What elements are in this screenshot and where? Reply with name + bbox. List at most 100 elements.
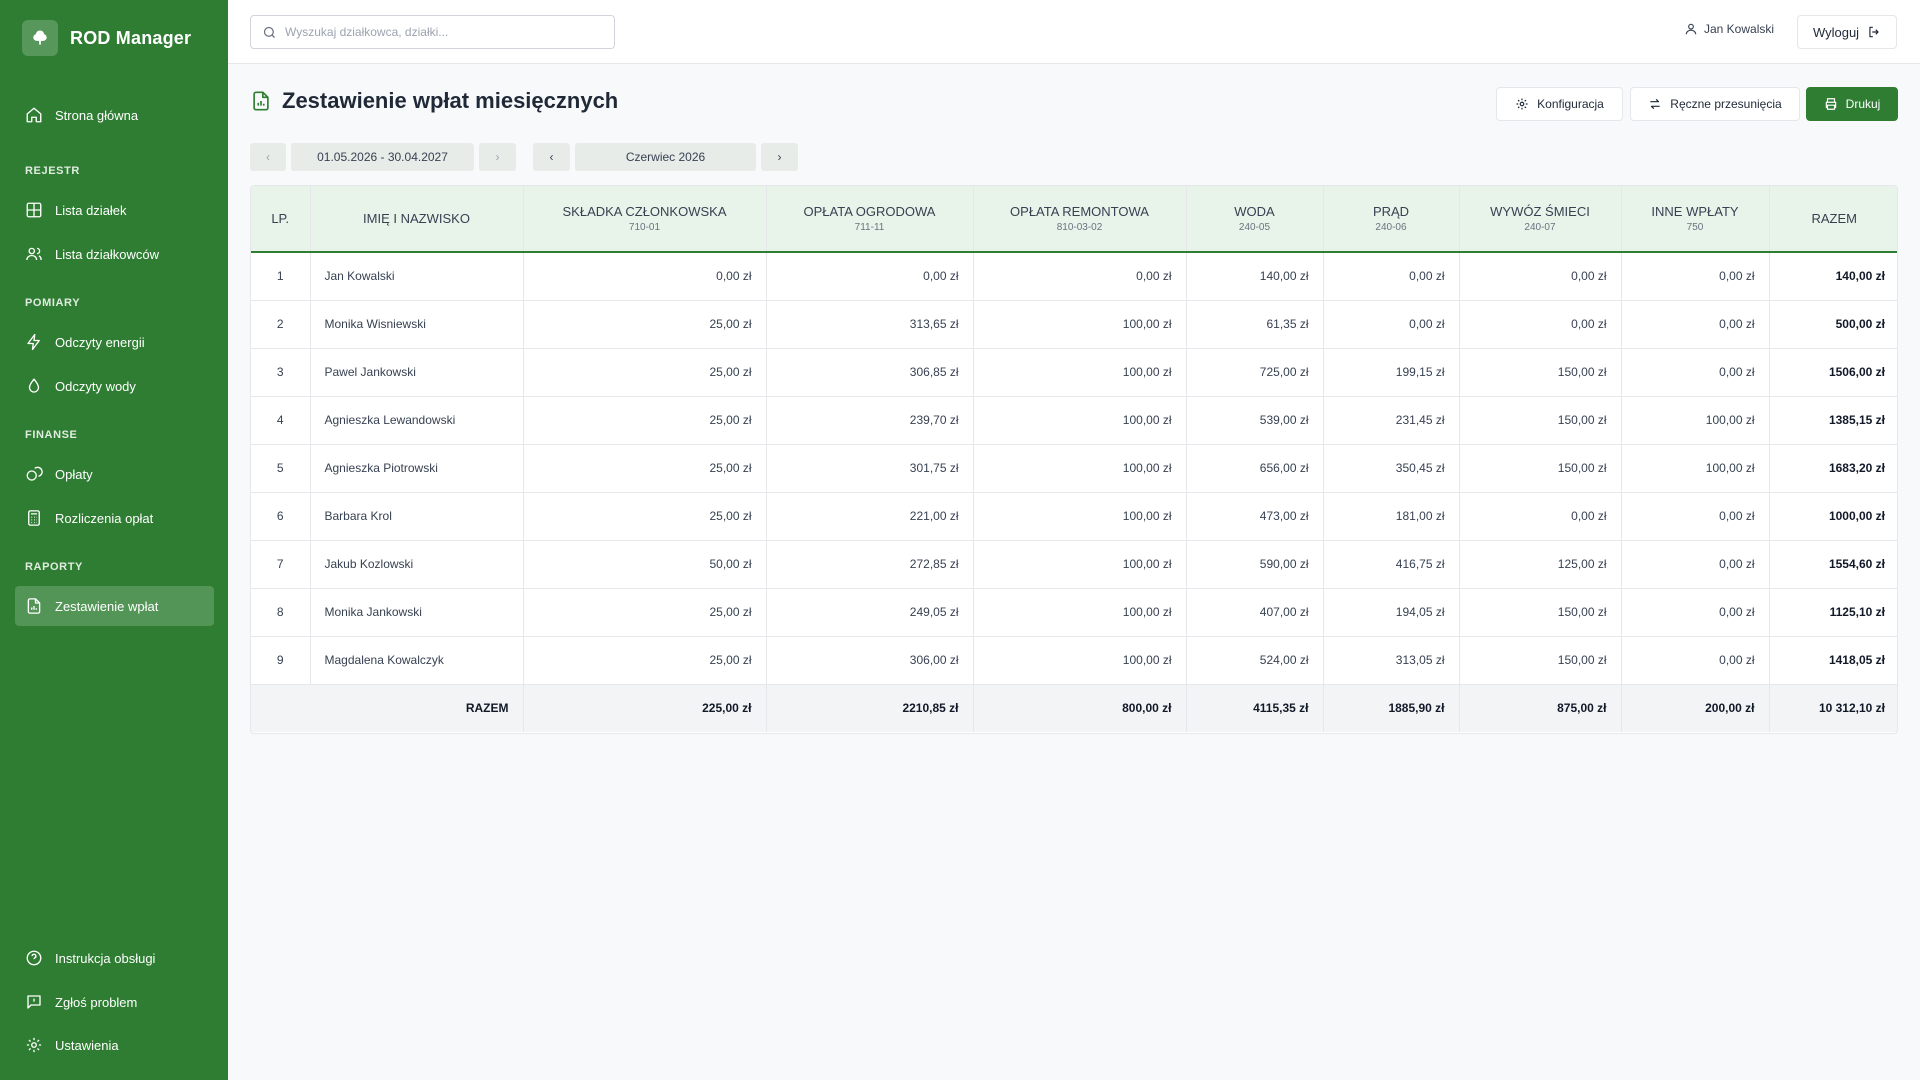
print-button[interactable]: Drukuj xyxy=(1806,87,1898,121)
total-amount: 200,00 zł xyxy=(1621,684,1770,732)
member-name: Jan Kowalski xyxy=(310,252,524,301)
logout-button[interactable]: Wyloguj xyxy=(1797,15,1897,49)
month-selector[interactable]: Czerwiec 2026 xyxy=(575,143,756,171)
gear-icon xyxy=(1516,98,1528,110)
table-row[interactable]: 4 Agnieszka Lewandowski 25,00 zł 239,70 zł 1… xyxy=(251,396,1897,445)
amount-cell: 0,00 zł xyxy=(523,252,767,301)
nav-report[interactable]: Zestawienie wpłat xyxy=(15,586,214,626)
config-button[interactable]: Konfiguracja xyxy=(1496,87,1623,121)
print-label: Drukuj xyxy=(1845,97,1881,111)
logout-label: Wyloguj xyxy=(1812,24,1860,40)
table-row[interactable]: 6 Barbara Krol 25,00 zł 221,00 zł 100,00 zł 4… xyxy=(251,492,1897,541)
chevron-left-icon: ‹ xyxy=(549,150,554,164)
period-prev-button[interactable]: ‹ xyxy=(250,143,286,171)
nav-fees[interactable]: Opłaty xyxy=(15,454,214,494)
page-title: Zestawienie wpłat miesięcznych xyxy=(250,88,618,114)
total-amount: 10 312,10 zł xyxy=(1818,701,1885,716)
nav-home-label: Strona główna xyxy=(55,107,139,123)
topbar: Jan Kowalski Wyloguj xyxy=(228,0,1920,64)
column-header-label: RAZEM xyxy=(1811,211,1858,226)
amount-cell: 473,00 zł xyxy=(1186,492,1324,541)
payments-table: LP. IMIĘ I NAZWISKO SKŁADKA CZŁONKOWSKA 710… xyxy=(250,185,1898,734)
amount-cell: 539,00 zł xyxy=(1186,396,1324,445)
nav-energy[interactable]: Odczyty energii xyxy=(15,322,214,362)
row-total: 500,00 zł xyxy=(1769,300,1897,349)
nav-report-issue[interactable]: Zgłoś problem xyxy=(15,982,214,1022)
nav-manual[interactable]: Instrukcja obsługi xyxy=(15,938,214,978)
amount-cell: 181,00 zł xyxy=(1323,492,1460,541)
total-amount: 875,00 zł xyxy=(1459,684,1622,732)
table-row[interactable]: 3 Pawel Jankowski 25,00 zł 306,85 zł 100,00 … xyxy=(251,348,1897,397)
amount-cell: 150,00 zł xyxy=(1459,348,1622,397)
column-header-label: SKŁADKA CZŁONKOWSKA xyxy=(562,204,727,219)
sidebar: ROD Manager Strona główna REJESTR Lista … xyxy=(0,0,228,1080)
account-code: 750 xyxy=(1686,222,1704,233)
config-label: Konfiguracja xyxy=(1537,97,1604,111)
logout-icon xyxy=(1869,26,1879,38)
table-row[interactable]: 7 Jakub Kozlowski 50,00 zł 272,85 zł 100,00 … xyxy=(251,540,1897,589)
member-name: Agnieszka Lewandowski xyxy=(310,396,524,445)
total-amount: 4115,35 zł xyxy=(1186,684,1324,732)
nav-members[interactable]: Lista działkowców xyxy=(15,234,214,274)
amount-cell: 25,00 zł xyxy=(523,444,767,493)
member-name: Jakub Kozlowski xyxy=(310,540,524,589)
account-code: 810-03-02 xyxy=(1056,222,1103,233)
amount-cell: 140,00 zł xyxy=(1186,252,1324,301)
nav-water[interactable]: Odczyty wody xyxy=(15,366,214,406)
tree-logo-icon xyxy=(22,20,58,56)
file-report-icon xyxy=(27,598,41,614)
table-row[interactable]: 8 Monika Jankowski 25,00 zł 249,05 zł 100,00… xyxy=(251,588,1897,637)
nav-settings[interactable]: Ustawienia xyxy=(15,1025,214,1065)
period-next-button[interactable]: › xyxy=(479,143,516,171)
column-header-label: IMIĘ I NAZWISKO xyxy=(363,211,470,226)
nav-settlements[interactable]: Rozliczenia opłat xyxy=(15,498,214,538)
table-row[interactable]: 5 Agnieszka Piotrowski 25,00 zł 301,75 zł 10… xyxy=(251,444,1897,493)
table-row[interactable]: 1 Jan Kowalski 0,00 zł 0,00 zł 0,00 zł 140,00… xyxy=(251,252,1897,301)
user-menu[interactable]: Jan Kowalski xyxy=(1684,22,1774,36)
total-amount: 225,00 zł xyxy=(523,684,767,732)
nav-fees-label: Opłaty xyxy=(55,466,93,482)
table-row[interactable]: 2 Monika Wisniewski 25,00 zł 313,65 zł 100,0… xyxy=(251,300,1897,349)
amount-cell: 221,00 zł xyxy=(766,492,974,541)
row-number: 3 xyxy=(251,348,311,397)
amount-cell: 61,35 zł xyxy=(1186,300,1324,349)
period-label: 01.05.2026 - 30.04.2027 xyxy=(317,150,448,164)
nav-energy-label: Odczyty energii xyxy=(55,334,145,350)
month-next-button[interactable]: › xyxy=(761,143,798,171)
user-name: Jan Kowalski xyxy=(1704,22,1775,36)
search-box[interactable] xyxy=(250,15,615,49)
column-header: OPŁATA OGRODOWA 711-11 xyxy=(766,186,974,253)
amount-cell: 0,00 zł xyxy=(1621,300,1770,349)
table-row[interactable]: 9 Magdalena Kowalczyk 25,00 zł 306,00 zł 100… xyxy=(251,636,1897,685)
amount-cell: 25,00 zł xyxy=(523,588,767,637)
droplet-icon xyxy=(28,378,40,393)
nav-home[interactable]: Strona główna xyxy=(15,95,214,135)
period-selector[interactable]: 01.05.2026 - 30.04.2027 xyxy=(291,143,474,171)
amount-cell: 0,00 zł xyxy=(1621,252,1770,301)
amount-cell: 25,00 zł xyxy=(523,492,767,541)
section-finanse: FINANSE xyxy=(25,429,78,441)
row-number: 4 xyxy=(251,396,311,445)
column-header-label: INNE WPŁATY xyxy=(1651,204,1739,219)
column-header-label: PRĄD xyxy=(1372,204,1410,219)
search-input[interactable] xyxy=(285,25,605,39)
amount-cell: 100,00 zł xyxy=(973,636,1187,685)
user-icon xyxy=(1685,23,1697,35)
amount-cell: 313,65 zł xyxy=(766,300,974,349)
column-header: SKŁADKA CZŁONKOWSKA 710-01 xyxy=(523,186,767,253)
amount-cell: 150,00 zł xyxy=(1459,588,1622,637)
lightning-icon xyxy=(27,333,40,351)
app-name: ROD Manager xyxy=(70,27,192,48)
amount-cell: 25,00 zł xyxy=(523,636,767,685)
month-prev-button[interactable]: ‹ xyxy=(533,143,570,171)
brand[interactable]: ROD Manager xyxy=(22,20,191,56)
amount-cell: 125,00 zł xyxy=(1459,540,1622,589)
nav-plots[interactable]: Lista działek xyxy=(15,190,214,230)
manual-moves-button[interactable]: Ręczne przesunięcia xyxy=(1630,87,1800,121)
amount-cell: 150,00 zł xyxy=(1459,444,1622,493)
totals-row: RAZEM 225,00 zł 2210,85 zł 800,00 zł 4115,35… xyxy=(251,684,1897,732)
amount-cell: 25,00 zł xyxy=(523,396,767,445)
amount-cell: 313,05 zł xyxy=(1323,636,1460,685)
amount-cell: 725,00 zł xyxy=(1186,348,1324,397)
amount-cell: 0,00 zł xyxy=(1323,300,1460,349)
